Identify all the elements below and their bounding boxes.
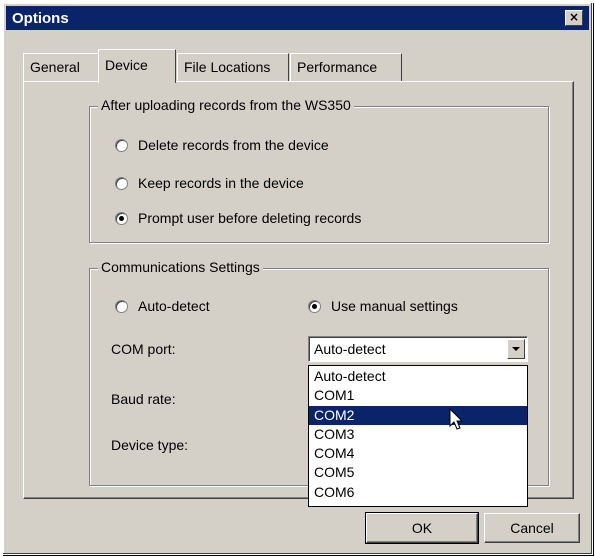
device-type-label: Device type: bbox=[111, 437, 189, 453]
dropdown-option[interactable]: Auto-detect bbox=[309, 367, 527, 386]
radio-manual-settings[interactable]: Use manual settings bbox=[308, 298, 458, 314]
radio-button[interactable] bbox=[115, 138, 128, 152]
mouse-pointer-icon bbox=[449, 408, 464, 430]
cancel-button[interactable]: Cancel bbox=[484, 513, 580, 543]
tab-device[interactable]: Device bbox=[98, 49, 176, 83]
dropdown-option[interactable]: COM1 bbox=[309, 386, 527, 405]
dropdown-option-highlighted[interactable]: COM2 bbox=[309, 405, 527, 425]
com-port-select-value: Auto-detect bbox=[314, 341, 386, 357]
tab-general[interactable]: General bbox=[23, 53, 100, 81]
tab-performance-label: Performance bbox=[297, 59, 378, 75]
tab-device-label: Device bbox=[105, 57, 148, 73]
cancel-button-label: Cancel bbox=[510, 520, 554, 536]
radio-auto-detect-label: Auto-detect bbox=[138, 298, 210, 314]
upload-group-legend: After uploading records from the WS350 bbox=[98, 97, 354, 113]
com-port-dropdown-list: Auto-detect COM1 COM2 COM3 COM4 COM5 COM… bbox=[308, 365, 528, 507]
com-port-label: COM port: bbox=[111, 341, 176, 357]
tab-performance[interactable]: Performance bbox=[290, 53, 402, 81]
radio-button[interactable] bbox=[115, 299, 128, 313]
title-bar[interactable]: Options × bbox=[6, 6, 589, 30]
com-port-select[interactable]: Auto-detect bbox=[308, 336, 528, 362]
dropdown-option[interactable]: COM4 bbox=[309, 444, 527, 463]
com-port-dropdown-button[interactable] bbox=[507, 339, 525, 359]
radio-manual-settings-label: Use manual settings bbox=[331, 298, 458, 314]
options-dialog: Options × General Device File Locations … bbox=[2, 2, 593, 555]
radio-delete-records-label: Delete records from the device bbox=[138, 137, 329, 153]
baud-rate-label: Baud rate: bbox=[111, 391, 176, 407]
close-icon: × bbox=[568, 10, 580, 24]
chevron-down-icon bbox=[512, 347, 520, 351]
radio-delete-records[interactable]: Delete records from the device bbox=[115, 137, 329, 153]
radio-button[interactable] bbox=[115, 176, 128, 190]
radio-keep-records-label: Keep records in the device bbox=[138, 175, 304, 191]
window-title: Options bbox=[12, 9, 69, 27]
tab-general-label: General bbox=[30, 59, 80, 75]
comm-group-legend: Communications Settings bbox=[98, 259, 263, 275]
radio-auto-detect[interactable]: Auto-detect bbox=[115, 298, 210, 314]
tab-file-locations[interactable]: File Locations bbox=[177, 53, 289, 81]
radio-keep-records[interactable]: Keep records in the device bbox=[115, 175, 304, 191]
tab-file-locations-label: File Locations bbox=[184, 59, 271, 75]
ok-button-label: OK bbox=[411, 520, 433, 536]
dropdown-option[interactable]: COM3 bbox=[309, 425, 527, 444]
radio-button-checked[interactable] bbox=[115, 211, 128, 225]
dropdown-option[interactable]: COM6 bbox=[309, 483, 527, 502]
radio-prompt-user-label: Prompt user before deleting records bbox=[138, 210, 362, 226]
radio-button-checked[interactable] bbox=[308, 299, 321, 313]
ok-button[interactable]: OK bbox=[365, 512, 479, 544]
dropdown-option[interactable]: COM5 bbox=[309, 463, 527, 482]
close-button[interactable]: × bbox=[565, 10, 583, 26]
radio-prompt-user[interactable]: Prompt user before deleting records bbox=[115, 210, 361, 226]
